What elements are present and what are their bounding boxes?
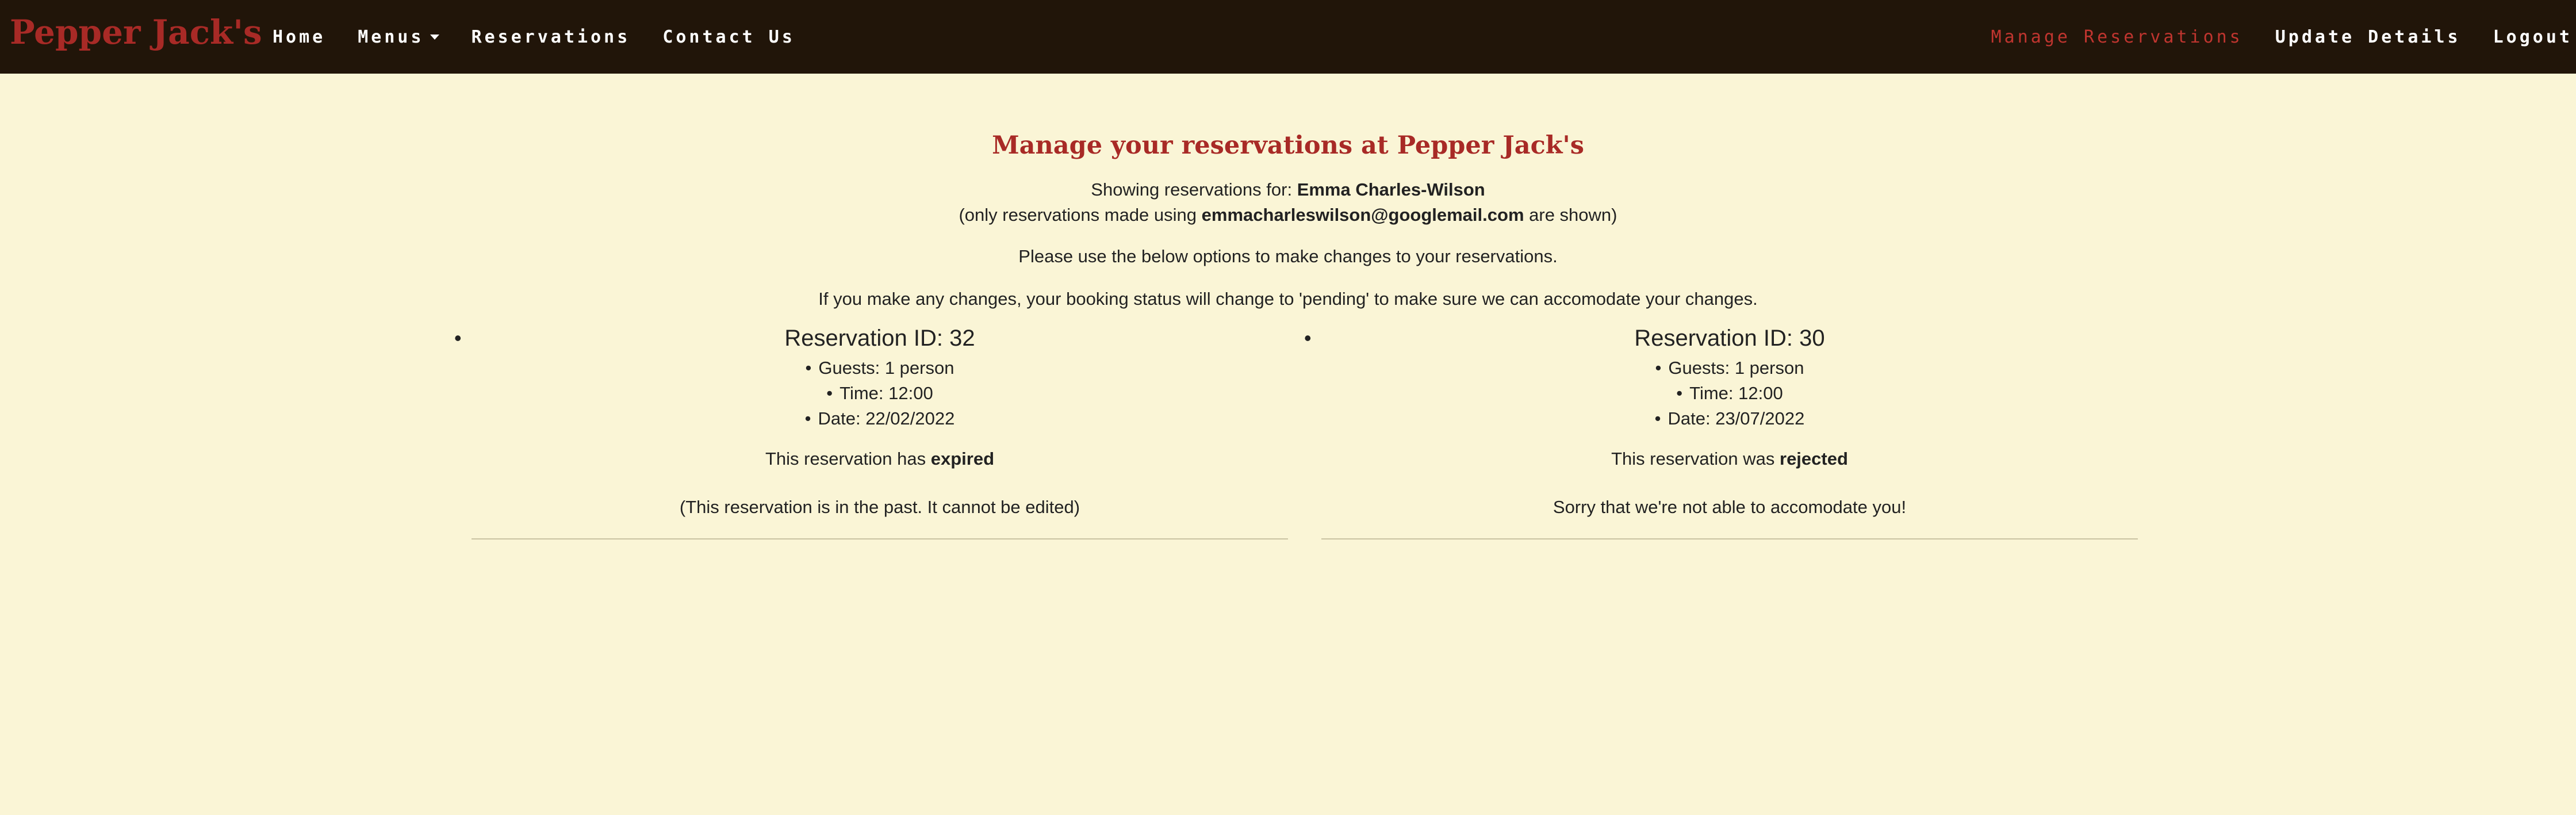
reservation-note: (This reservation is in the past. It can… bbox=[679, 496, 1080, 517]
email-line: (only reservations made using emmacharle… bbox=[0, 202, 2576, 228]
guests-detail: Guests: 1 person bbox=[1321, 355, 2138, 381]
reservation-id: Reservation ID: 30 bbox=[1634, 325, 1825, 351]
reservation-card: • Reservation ID: 32 Guests: 1 person Ti… bbox=[454, 323, 1288, 539]
nav-update-details-link[interactable]: Update Details bbox=[2275, 27, 2461, 47]
nav-manage-reservations-link[interactable]: Manage Reservations bbox=[1991, 27, 2243, 47]
showing-for-line: Showing reservations for: Emma Charles-W… bbox=[0, 177, 2576, 202]
reservation-id: Reservation ID: 32 bbox=[784, 325, 975, 351]
user-name: Emma Charles-Wilson bbox=[1297, 179, 1485, 200]
nav-right-group: Manage Reservations Update Details Logou… bbox=[1959, 0, 2576, 74]
nav-left-group: Home Menus Reservations Contact Us bbox=[273, 0, 827, 74]
date-detail: Date: 22/02/2022 bbox=[471, 406, 1288, 431]
reservation-details: Guests: 1 person Time: 12:00 Date: 22/02… bbox=[471, 355, 1288, 431]
reservation-owner-info: Showing reservations for: Emma Charles-W… bbox=[0, 177, 2576, 228]
email-prefix: (only reservations made using bbox=[959, 204, 1197, 225]
date-detail: Date: 23/07/2022 bbox=[1321, 406, 2138, 431]
user-email: emmacharleswilson@googlemail.com bbox=[1201, 204, 1524, 225]
nav-reservations-link[interactable]: Reservations bbox=[471, 27, 631, 47]
reservation-list: • Reservation ID: 32 Guests: 1 person Ti… bbox=[0, 323, 2576, 539]
nav-menus-dropdown[interactable]: Menus bbox=[358, 27, 439, 47]
time-detail: Time: 12:00 bbox=[1321, 381, 2138, 406]
status-prefix: This reservation has bbox=[765, 448, 926, 469]
divider bbox=[471, 538, 1288, 539]
reservation-note: Sorry that we're not able to accomodate … bbox=[1552, 496, 1907, 517]
time-detail: Time: 12:00 bbox=[471, 381, 1288, 406]
status-word: rejected bbox=[1780, 448, 1848, 469]
nav-logout-link[interactable]: Logout bbox=[2493, 27, 2573, 47]
instructions-text: Please use the below options to make cha… bbox=[1018, 246, 1558, 266]
page-title: Manage your reservations at Pepper Jack'… bbox=[992, 131, 1584, 160]
pending-notice-text: If you make any changes, your booking st… bbox=[818, 288, 1758, 309]
showing-prefix: Showing reservations for: bbox=[1091, 179, 1293, 200]
divider bbox=[1321, 538, 2138, 539]
main-content: Manage your reservations at Pepper Jack'… bbox=[0, 74, 2576, 539]
status-word: expired bbox=[930, 448, 995, 469]
brand-logo-link[interactable]: Pepper Jack's bbox=[10, 13, 262, 52]
nav-contact-link[interactable]: Contact Us bbox=[662, 27, 795, 47]
top-navbar: Pepper Jack's Home Menus Reservations Co… bbox=[0, 0, 2576, 74]
nav-home-link[interactable]: Home bbox=[273, 27, 325, 47]
list-bullet-icon: • bbox=[1304, 326, 1312, 350]
reservation-status: This reservation has expired bbox=[471, 446, 1288, 472]
guests-detail: Guests: 1 person bbox=[471, 355, 1288, 381]
list-bullet-icon: • bbox=[454, 326, 462, 350]
email-suffix: are shown) bbox=[1529, 204, 1617, 225]
reservation-details: Guests: 1 person Time: 12:00 Date: 23/07… bbox=[1321, 355, 2138, 431]
caret-down-icon bbox=[430, 34, 439, 40]
reservation-card: • Reservation ID: 30 Guests: 1 person Ti… bbox=[1304, 323, 2138, 539]
nav-menus-label: Menus bbox=[358, 26, 424, 47]
status-prefix: This reservation was bbox=[1611, 448, 1775, 469]
reservation-status: This reservation was rejected bbox=[1321, 446, 2138, 472]
